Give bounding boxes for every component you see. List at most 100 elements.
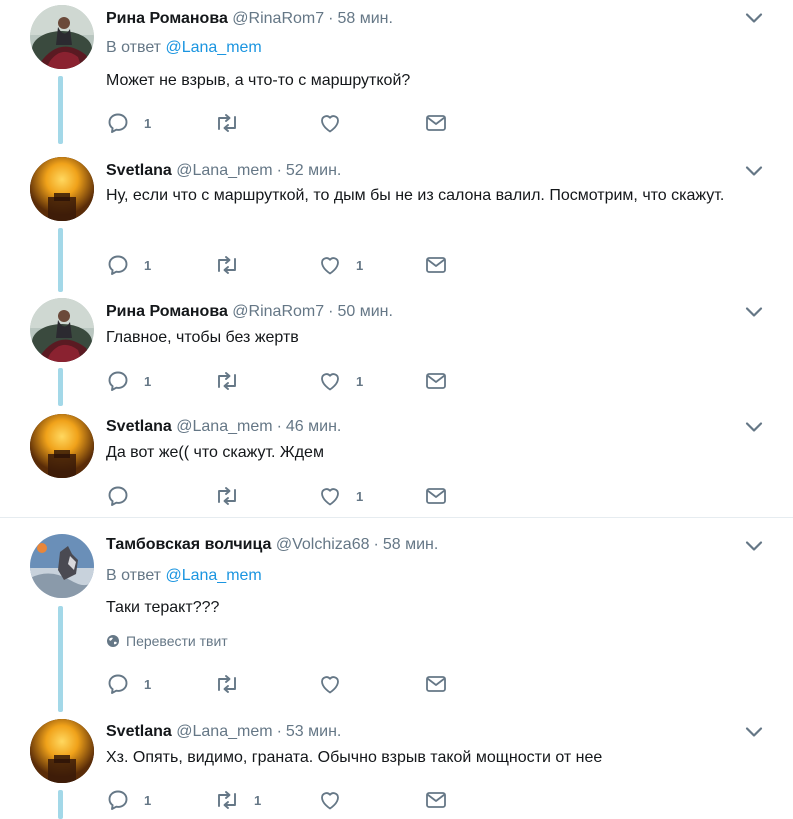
- retweet-arrows-icon: [214, 484, 240, 508]
- reply-context: В ответ @Lana_mem: [106, 38, 262, 58]
- retweet-button[interactable]: [214, 369, 254, 393]
- direct-message-button[interactable]: [424, 369, 448, 393]
- timestamp[interactable]: 50 мин.: [337, 303, 392, 320]
- retweet-button[interactable]: [214, 253, 254, 277]
- retweet-arrows-icon: [214, 111, 240, 135]
- like-button[interactable]: [318, 672, 356, 696]
- author-name[interactable]: Svetlana: [106, 418, 172, 435]
- direct-message-button[interactable]: [424, 484, 448, 508]
- tweet-text: Ну, если что с маршруткой, то дым бы не …: [106, 187, 725, 204]
- direct-message-button[interactable]: [424, 788, 448, 812]
- reply-mention-link[interactable]: @Lana_mem: [165, 567, 261, 584]
- author-handle[interactable]: @Volchiza68: [276, 536, 370, 553]
- like-button[interactable]: 1: [318, 484, 363, 508]
- avatar[interactable]: [30, 534, 94, 598]
- tweet-text: Таки теракт???: [106, 599, 220, 616]
- direct-message-button[interactable]: [424, 253, 448, 277]
- direct-message-button[interactable]: [424, 672, 448, 696]
- separator-dot: ·: [328, 10, 334, 27]
- avatar[interactable]: [30, 298, 94, 362]
- tweet-text: Может не взрыв, а что-то с маршруткой?: [106, 72, 411, 89]
- like-count: 1: [356, 257, 364, 273]
- retweet-button[interactable]: [214, 111, 254, 135]
- chevron-down-icon[interactable]: [745, 540, 763, 552]
- chevron-down-icon[interactable]: [745, 12, 763, 24]
- timestamp[interactable]: 58 мин.: [383, 536, 438, 553]
- retweet-arrows-icon: [214, 369, 240, 393]
- translate-label: Перевести твит: [126, 633, 228, 649]
- tweet[interactable]: Тамбовская волчица @Volchiza68 · 58 мин. В…: [0, 518, 793, 712]
- envelope-icon: [424, 672, 448, 696]
- timestamp[interactable]: 46 мин.: [286, 418, 341, 435]
- separator-dot: ·: [276, 723, 282, 740]
- author-handle[interactable]: @Lana_mem: [176, 723, 272, 740]
- chevron-down-icon[interactable]: [745, 306, 763, 318]
- chevron-down-icon[interactable]: [745, 726, 763, 738]
- tweet[interactable]: Рина Романова @RinaRom7 · 50 мин. Главное,…: [0, 292, 793, 407]
- author-name[interactable]: Тамбовская волчица: [106, 536, 271, 553]
- like-button[interactable]: [318, 788, 356, 812]
- author-handle[interactable]: @RinaRom7: [232, 10, 324, 27]
- globe-icon: [106, 634, 120, 648]
- thread-line: [58, 76, 63, 144]
- reply-button[interactable]: 1: [106, 253, 151, 277]
- author-name[interactable]: Svetlana: [106, 162, 172, 179]
- retweet-button[interactable]: [214, 484, 254, 508]
- translate-link[interactable]: Перевести твит: [106, 633, 228, 649]
- tweet-text: Да вот же(( что скажут. Ждем: [106, 444, 324, 461]
- author-name[interactable]: Svetlana: [106, 723, 172, 740]
- tweet[interactable]: Svetlana @Lana_mem · 52 мин. Ну, если что …: [0, 150, 793, 292]
- reply-count: 1: [144, 792, 152, 808]
- tweet-header: Тамбовская волчица @Volchiza68 · 58 мин.: [106, 535, 438, 555]
- reply-count: 1: [144, 676, 152, 692]
- tweet[interactable]: Рина Романова @RinaRom7 · 58 мин. В ответ …: [0, 0, 793, 150]
- speech-bubble-icon: [106, 788, 130, 812]
- timestamp[interactable]: 52 мин.: [286, 162, 341, 179]
- separator-dot: ·: [373, 536, 379, 553]
- action-bar: 1 1: [106, 369, 466, 393]
- action-bar: 1 1: [106, 253, 466, 277]
- avatar[interactable]: [30, 157, 94, 221]
- speech-bubble-icon: [106, 111, 130, 135]
- direct-message-button[interactable]: [424, 111, 448, 135]
- reply-mention-link[interactable]: @Lana_mem: [165, 39, 261, 56]
- reply-button[interactable]: [106, 484, 144, 508]
- author-handle[interactable]: @Lana_mem: [176, 162, 272, 179]
- tweet[interactable]: Svetlana @Lana_mem · 46 мин. Да вот же(( ч…: [0, 407, 793, 516]
- reply-button[interactable]: 1: [106, 369, 151, 393]
- timestamp[interactable]: 53 мин.: [286, 723, 341, 740]
- reply-button[interactable]: 1: [106, 672, 151, 696]
- chevron-down-icon[interactable]: [745, 421, 763, 433]
- reply-count: 1: [144, 373, 152, 389]
- avatar[interactable]: [30, 5, 94, 69]
- tweet-header: Svetlana @Lana_mem · 46 мин.: [106, 417, 341, 437]
- timestamp[interactable]: 58 мин.: [337, 10, 392, 27]
- retweet-button[interactable]: 1: [214, 788, 261, 812]
- tweet-header: Svetlana @Lana_mem · 53 мин.: [106, 722, 341, 742]
- avatar[interactable]: [30, 719, 94, 783]
- heart-icon: [318, 111, 342, 135]
- tweet[interactable]: Svetlana @Lana_mem · 53 мин. Хз. Опять, ви…: [0, 712, 793, 819]
- author-name[interactable]: Рина Романова: [106, 303, 228, 320]
- separator-dot: ·: [276, 418, 282, 435]
- speech-bubble-icon: [106, 672, 130, 696]
- author-handle[interactable]: @Lana_mem: [176, 418, 272, 435]
- like-button[interactable]: [318, 111, 356, 135]
- author-handle[interactable]: @RinaRom7: [232, 303, 324, 320]
- reply-button[interactable]: 1: [106, 111, 151, 135]
- retweet-button[interactable]: [214, 672, 254, 696]
- avatar[interactable]: [30, 414, 94, 478]
- chevron-down-icon[interactable]: [745, 165, 763, 177]
- heart-icon: [318, 253, 342, 277]
- retweet-count: 1: [254, 792, 262, 808]
- envelope-icon: [424, 484, 448, 508]
- like-button[interactable]: 1: [318, 253, 363, 277]
- reply-button[interactable]: 1: [106, 788, 151, 812]
- envelope-icon: [424, 369, 448, 393]
- tweet-text: Хз. Опять, видимо, граната. Обычно взрыв…: [106, 749, 603, 766]
- heart-icon: [318, 484, 342, 508]
- like-button[interactable]: 1: [318, 369, 363, 393]
- action-bar: 1: [106, 672, 466, 696]
- reply-prefix: В ответ: [106, 567, 162, 584]
- author-name[interactable]: Рина Романова: [106, 10, 228, 27]
